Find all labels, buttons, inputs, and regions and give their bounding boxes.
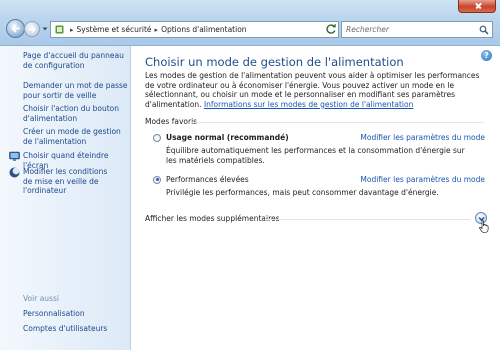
breadcrumb-separator[interactable]: ▸ — [70, 26, 74, 34]
sidebar-item-power-button[interactable]: Choisir l'action du bouton d'alimentatio… — [23, 104, 129, 123]
search-box[interactable] — [341, 21, 493, 38]
window-close-button[interactable] — [458, 0, 496, 13]
sidebar-item-label[interactable]: Modifier les conditions de mise en veill… — [23, 167, 115, 196]
search-input[interactable] — [346, 25, 474, 34]
page-title: Choisir un mode de gestion de l'alimenta… — [145, 55, 404, 69]
recent-pages-dropdown-icon[interactable] — [42, 26, 48, 32]
sidebar-item-personalization[interactable]: Personnalisation — [23, 309, 129, 319]
address-bar[interactable]: ▸ Système et sécurité ▸ Options d'alimen… — [50, 21, 339, 38]
plan-radio[interactable] — [153, 175, 161, 184]
sidebar: Page d'accueil du panneau de configurati… — [0, 46, 131, 350]
arrow-left-icon — [11, 24, 20, 33]
plan-radio[interactable] — [153, 133, 161, 142]
breadcrumb-options-alimentation[interactable]: Options d'alimentation — [161, 25, 247, 34]
section-divider — [265, 219, 470, 220]
control-panel-icon — [55, 25, 64, 34]
hand-cursor-icon — [479, 220, 489, 233]
sidebar-item-home[interactable]: Page d'accueil du panneau de configurati… — [23, 51, 129, 70]
breadcrumb-separator[interactable]: ▸ — [155, 26, 159, 34]
window-titlebar: ▸ Système et sécurité ▸ Options d'alimen… — [0, 0, 500, 46]
section-divider — [189, 122, 484, 123]
power-plans-info-link[interactable]: Informations sur les modes de gestion de… — [204, 100, 413, 109]
modify-plan-link[interactable]: Modifier les paramètres du mode — [360, 175, 485, 184]
see-also-heading: Voir aussi — [23, 294, 59, 303]
plan-name[interactable]: Usage normal (recommandé) — [166, 133, 289, 142]
forward-button[interactable] — [24, 21, 40, 37]
moon-icon — [9, 167, 20, 178]
plan-high-performance: Performances élevées Modifier les paramè… — [153, 175, 485, 198]
breadcrumb-systeme-securite[interactable]: Système et sécurité — [77, 25, 152, 34]
plan-balanced: Usage normal (recommandé) Modifier les p… — [153, 133, 485, 165]
plan-description: Équilibre automatiquement les performanc… — [166, 146, 465, 165]
sidebar-item-create-plan[interactable]: Créer un mode de gestion de l'alimentati… — [23, 127, 129, 146]
monitor-icon — [9, 151, 20, 161]
arrow-right-icon — [28, 26, 36, 33]
help-icon[interactable]: ? — [481, 50, 492, 61]
intro-text: Les modes de gestion de l'alimentation p… — [145, 71, 482, 109]
sidebar-item-sleep-settings[interactable]: Modifier les conditions de mise en veill… — [9, 167, 115, 196]
plan-description: Privilégie les performances, mais peut c… — [166, 188, 439, 197]
sidebar-item-user-accounts[interactable]: Comptes d'utilisateurs — [23, 324, 129, 334]
back-button[interactable] — [6, 19, 25, 38]
search-icon[interactable] — [479, 25, 489, 35]
main-content: ? Choisir un mode de gestion de l'alimen… — [131, 46, 500, 350]
refresh-icon[interactable] — [324, 22, 338, 36]
plan-name[interactable]: Performances élevées — [166, 175, 249, 184]
sidebar-item-password-wake[interactable]: Demander un mot de passe pour sortir de … — [23, 81, 129, 100]
show-more-plans-label[interactable]: Afficher les modes supplémentaires — [145, 214, 280, 223]
modify-plan-link[interactable]: Modifier les paramètres du mode — [360, 133, 485, 142]
